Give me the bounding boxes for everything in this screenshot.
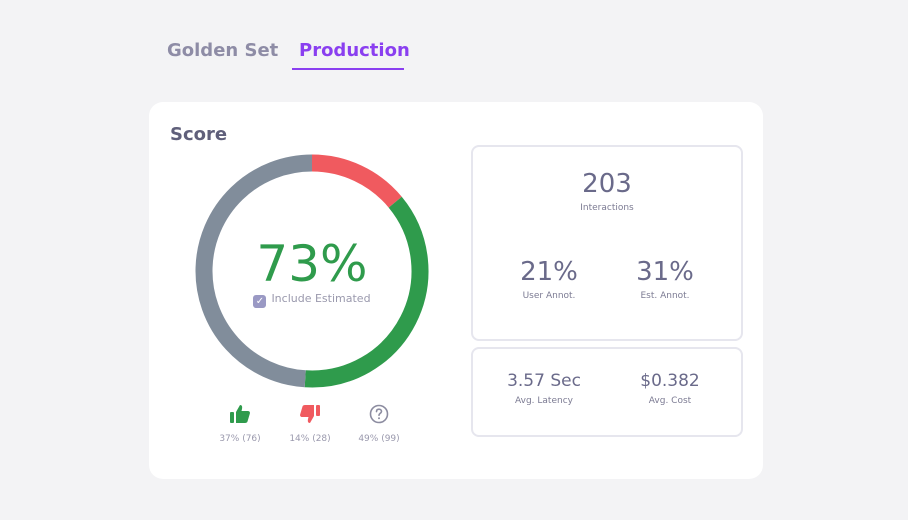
user-annot-metric: 21% User Annot.	[499, 259, 599, 301]
interactions-label: Interactions	[580, 203, 634, 213]
tab-production[interactable]: Production	[299, 40, 410, 61]
latency-metric: 3.57 Sec Avg. Latency	[489, 371, 599, 407]
user-annot-label: User Annot.	[522, 291, 576, 301]
thumbs-down-icon	[270, 402, 350, 426]
interactions-value: 203	[582, 169, 632, 199]
interactions-metric: 203 Interactions	[557, 171, 657, 213]
latency-label: Avg. Latency	[515, 396, 573, 406]
thumbs-up-icon	[200, 402, 280, 426]
negative-feedback-label: 14% (28)	[289, 434, 331, 444]
positive-feedback: 37% (76)	[200, 402, 280, 444]
est-annot-value: 31%	[636, 257, 694, 287]
include-estimated-label: Include Estimated	[271, 292, 371, 305]
cost-value: $0.382	[640, 371, 700, 391]
cost-label: Avg. Cost	[648, 396, 692, 406]
unknown-feedback: 49% (99)	[339, 402, 419, 444]
unknown-feedback-label: 49% (99)	[358, 434, 400, 444]
question-circle-icon	[339, 402, 419, 426]
interactions-stats-box: 203 Interactions 21% User Annot. 31% Est…	[471, 145, 743, 341]
include-estimated: ✓ Include Estimated	[193, 292, 431, 308]
card-title: Score	[170, 124, 228, 145]
score-card: Score 73% ✓ Include Estimated 37% (76) 14…	[149, 102, 763, 479]
user-annot-value: 21%	[520, 257, 578, 287]
active-tab-indicator	[292, 68, 404, 70]
latency-cost-box: 3.57 Sec Avg. Latency $0.382 Avg. Cost	[471, 347, 743, 437]
est-annot-label: Est. Annot.	[640, 291, 690, 301]
cost-metric: $0.382 Avg. Cost	[615, 371, 725, 407]
est-annot-metric: 31% Est. Annot.	[615, 259, 715, 301]
negative-feedback: 14% (28)	[270, 402, 350, 444]
score-value: 73%	[256, 235, 368, 293]
latency-value: 3.57 Sec	[507, 371, 581, 391]
include-estimated-checkbox[interactable]: ✓	[253, 295, 267, 308]
donut-segment-negative	[311, 154, 402, 208]
positive-feedback-label: 37% (76)	[219, 434, 261, 444]
tab-golden-set[interactable]: Golden Set	[167, 40, 278, 61]
